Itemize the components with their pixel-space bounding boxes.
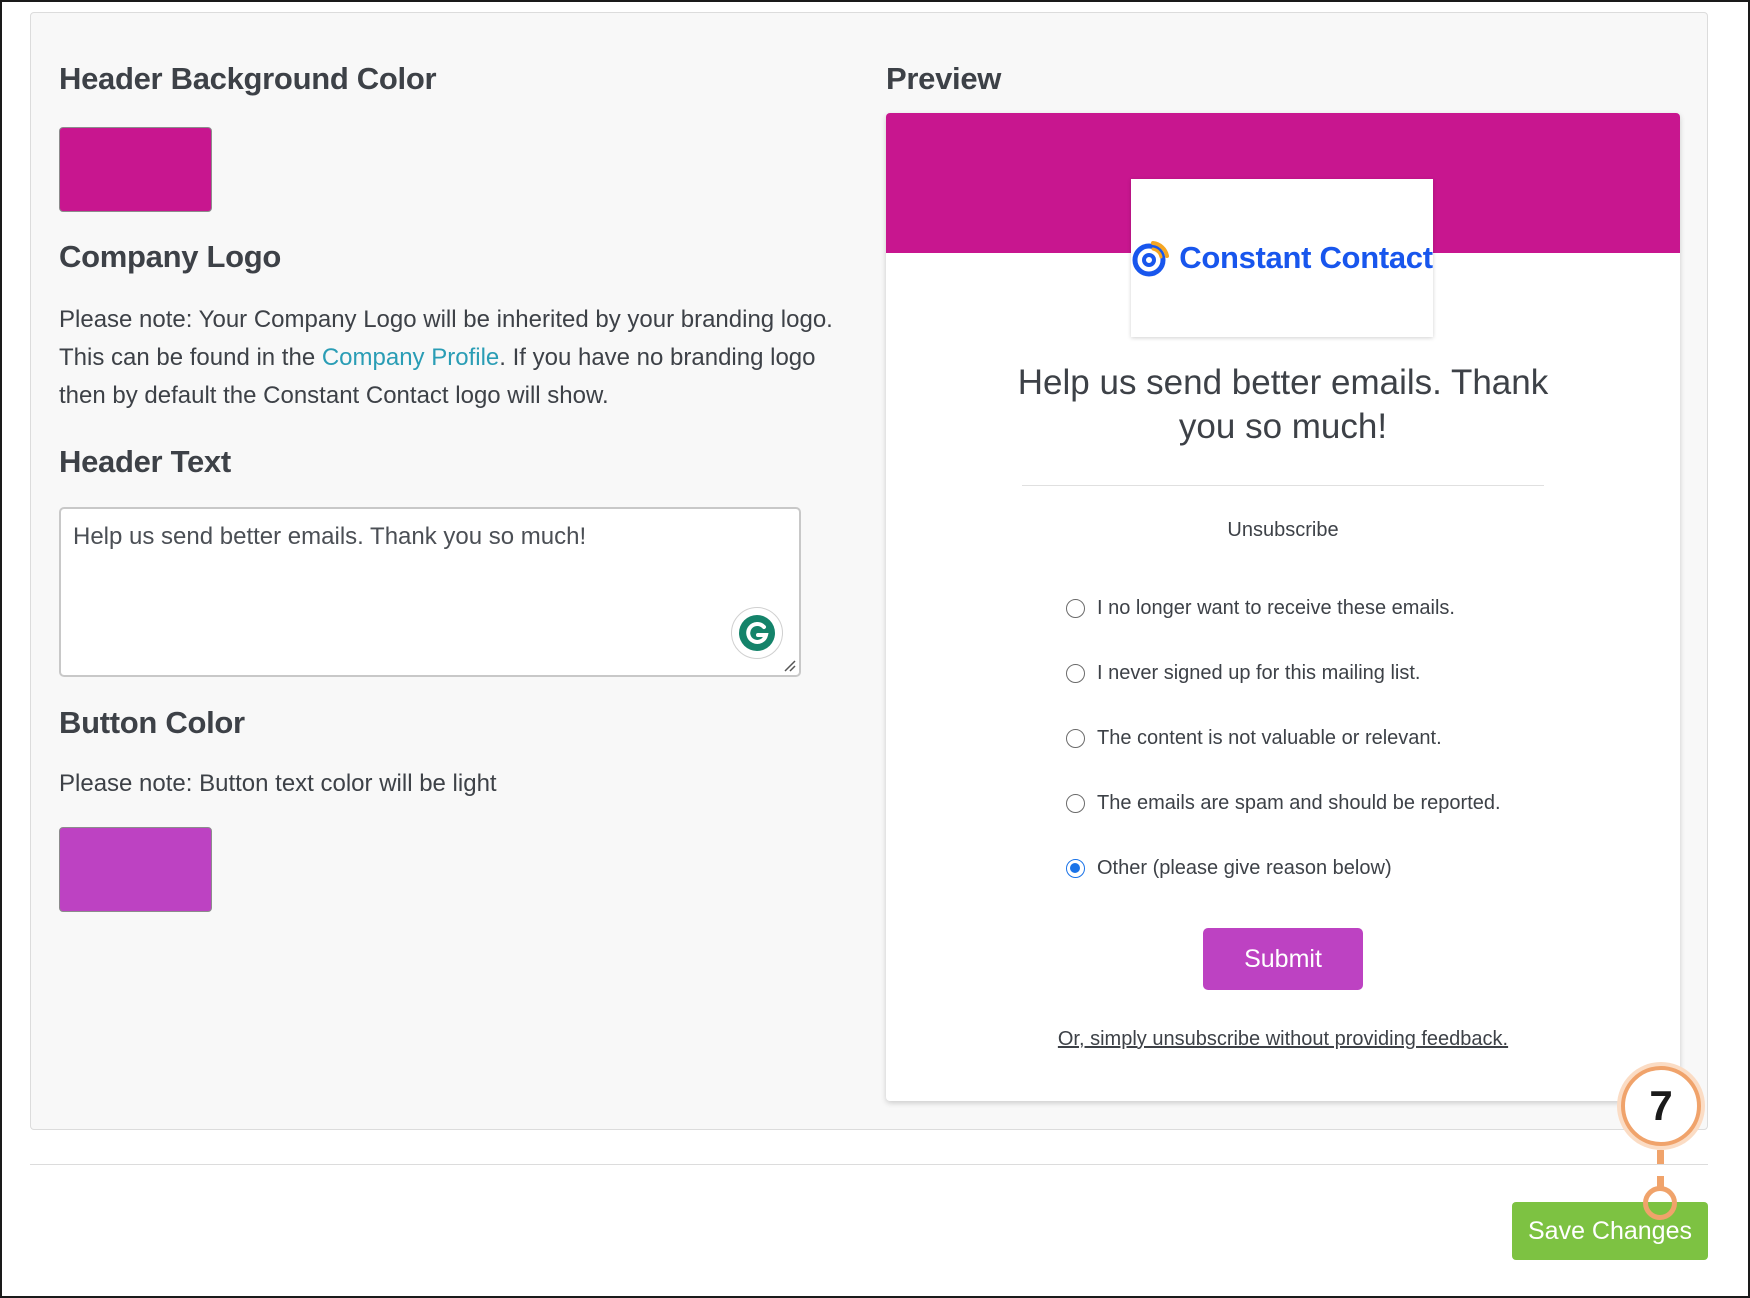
- preview-card: Constant Contact Help us send better ema…: [886, 113, 1680, 1101]
- header-bg-color-title: Header Background Color: [59, 61, 437, 96]
- reason-label: The emails are spam and should be report…: [1097, 792, 1501, 814]
- reason-radio[interactable]: [1066, 664, 1085, 683]
- button-color-note: Please note: Button text color will be l…: [59, 770, 497, 797]
- company-logo-title: Company Logo: [59, 239, 281, 274]
- header-bg-color-swatch[interactable]: [59, 127, 212, 212]
- preview-heading: Help us send better emails. Thank you so…: [1017, 363, 1549, 446]
- header-text-title: Header Text: [59, 444, 231, 479]
- reason-radio[interactable]: [1066, 599, 1085, 618]
- settings-panel: Header Background Color Company Logo Ple…: [30, 12, 1708, 1130]
- reason-radio[interactable]: [1066, 729, 1085, 748]
- reason-label: Other (please give reason below): [1097, 857, 1392, 879]
- button-color-title: Button Color: [59, 705, 245, 740]
- reason-label: I no longer want to receive these emails…: [1097, 597, 1455, 619]
- reason-option[interactable]: The content is not valuable or relevant.: [1066, 706, 1501, 771]
- header-text-input[interactable]: Help us send better emails. Thank you so…: [59, 507, 801, 677]
- resize-handle-icon[interactable]: [782, 658, 796, 672]
- reason-label: I never signed up for this mailing list.: [1097, 662, 1421, 684]
- reason-label: The content is not valuable or relevant.: [1097, 727, 1442, 749]
- header-text-value: Help us send better emails. Thank you so…: [73, 523, 587, 550]
- reason-radio[interactable]: [1066, 859, 1085, 878]
- grammarly-icon[interactable]: [731, 607, 783, 659]
- reason-option[interactable]: I no longer want to receive these emails…: [1066, 576, 1501, 641]
- unsubscribe-reasons: I no longer want to receive these emails…: [1066, 576, 1501, 901]
- reason-radio[interactable]: [1066, 794, 1085, 813]
- preview-logo-box: Constant Contact: [1131, 179, 1433, 337]
- constant-contact-logo-icon: [1132, 241, 1170, 277]
- company-profile-link[interactable]: Company Profile: [322, 344, 499, 371]
- unsubscribe-without-feedback-link[interactable]: Or, simply unsubscribe without providing…: [886, 1028, 1680, 1051]
- preview-title: Preview: [886, 61, 1002, 96]
- reason-option[interactable]: I never signed up for this mailing list.: [1066, 641, 1501, 706]
- step-callout-badge: 7: [1621, 1066, 1701, 1146]
- callout-connector: [1657, 1150, 1665, 1190]
- reason-option[interactable]: The emails are spam and should be report…: [1066, 771, 1501, 836]
- save-changes-button[interactable]: Save Changes: [1512, 1202, 1708, 1260]
- button-color-swatch[interactable]: [59, 827, 212, 912]
- reason-option[interactable]: Other (please give reason below): [1066, 836, 1501, 901]
- preview-logo-text: Constant Contact: [1179, 240, 1433, 275]
- preview-divider: [1022, 485, 1544, 486]
- preview-submit-button[interactable]: Submit: [1203, 928, 1363, 990]
- callout-pointer-dot: [1643, 1186, 1677, 1220]
- company-logo-note: Please note: Your Company Logo will be i…: [59, 301, 859, 415]
- unsubscribe-label: Unsubscribe: [1227, 519, 1339, 541]
- footer-divider: [30, 1164, 1708, 1165]
